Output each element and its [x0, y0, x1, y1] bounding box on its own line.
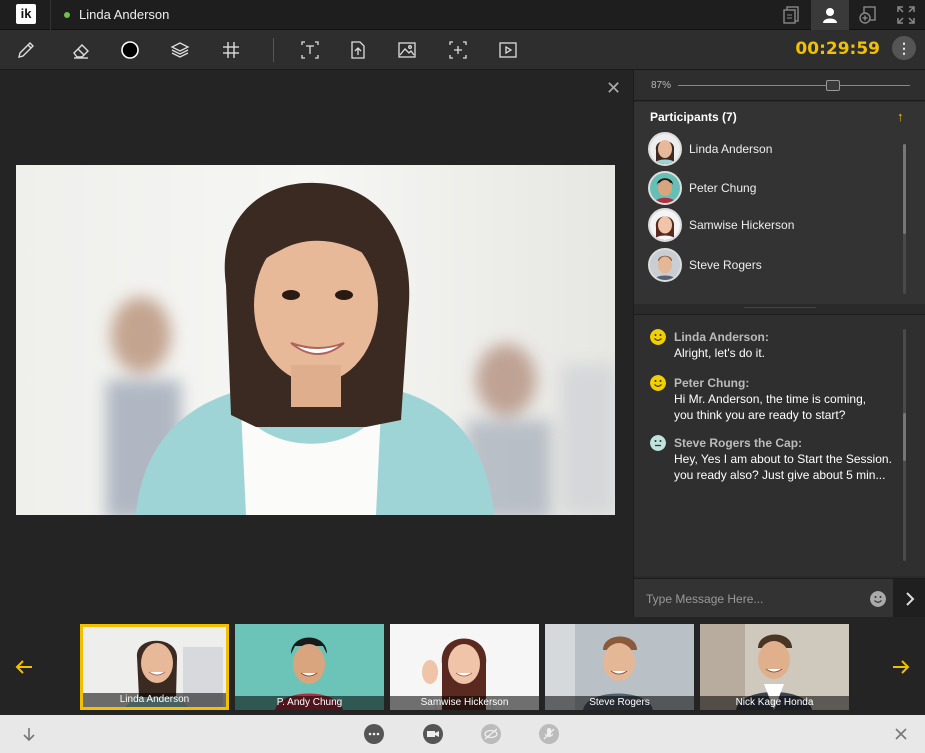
chat-text: Hey, Yes I am about to Start the Session… [674, 452, 892, 466]
add-content-icon[interactable] [849, 0, 887, 30]
close-bar-icon[interactable] [890, 724, 912, 744]
chat-message-input[interactable] [646, 587, 856, 611]
video-thumbnail[interactable]: Steve Rogers [545, 624, 694, 710]
participant-name: Samwise Hickerson [689, 218, 795, 232]
avatar [648, 171, 682, 205]
zoom-control: 87% [634, 70, 925, 101]
zoom-slider-track[interactable] [678, 85, 910, 86]
send-arrow-icon[interactable] [893, 579, 925, 618]
mute-mic-icon[interactable] [538, 724, 560, 744]
eraser-icon[interactable] [69, 38, 93, 62]
avatar [648, 132, 682, 166]
chat-panel: Linda Anderson: Alright, let's do it. Pe… [634, 314, 925, 576]
pencil-icon[interactable] [14, 38, 38, 62]
thumbnail-label: Nick Kage Honda [700, 696, 849, 710]
video-thumbnail[interactable]: Samwise Hickerson [390, 624, 539, 710]
happy-emoji-icon [650, 375, 666, 391]
happy-emoji-icon [650, 329, 666, 345]
chat-scrollbar[interactable] [903, 329, 906, 561]
participant-name: Steve Rogers [689, 258, 762, 272]
avatar [648, 248, 682, 282]
emoji-picker-icon[interactable] [870, 591, 886, 607]
logo-divider [50, 0, 51, 30]
participant-name: Peter Chung [689, 181, 757, 195]
online-status-dot [64, 12, 70, 18]
zoom-slider-knob[interactable] [826, 80, 841, 91]
participant-item[interactable]: Samwise Hickerson [648, 207, 794, 243]
participants-list: Participants (7) ↑ Linda Anderson Peter … [634, 102, 925, 304]
zoom-label: 87% [651, 80, 672, 91]
thumbnail-label: Linda Anderson [83, 693, 226, 707]
upload-file-icon[interactable] [346, 38, 370, 62]
session-timer: 00:29:59 [795, 39, 880, 59]
thumbnail-label: Samwise Hickerson [390, 696, 539, 710]
participant-name: Linda Anderson [689, 142, 773, 156]
color-circle-icon[interactable] [118, 38, 142, 62]
video-thumbnail-strip: Linda Anderson P. Andy Chung Samwise Hic… [0, 617, 925, 715]
participant-item[interactable]: Steve Rogers [648, 247, 762, 283]
document-icon[interactable] [773, 0, 811, 30]
text-box-icon[interactable] [298, 38, 322, 62]
chat-message: Linda Anderson: Alright, let's do it. [650, 329, 900, 361]
chat-input-row [634, 578, 925, 618]
bottom-control-bar [0, 715, 925, 753]
participant-icon[interactable] [811, 0, 849, 30]
hide-icon[interactable] [480, 724, 502, 744]
panel-divider [744, 307, 816, 308]
participant-item[interactable]: Linda Anderson [648, 131, 772, 167]
participants-title: Participants (7) [650, 110, 737, 124]
participant-item[interactable]: Peter Chung [648, 170, 756, 206]
arrow-left-icon[interactable] [14, 657, 34, 683]
video-thumbnail[interactable]: P. Andy Chung [235, 624, 384, 710]
current-user-name: Linda Anderson [79, 7, 170, 22]
top-bar: ik Linda Anderson [0, 0, 925, 30]
app-logo: ik [16, 4, 36, 24]
chat-text: Hi Mr. Anderson, the time is coming, [674, 392, 867, 406]
camera-icon[interactable] [422, 724, 444, 744]
chat-scroll-thumb[interactable] [903, 413, 906, 461]
video-play-icon[interactable] [496, 38, 520, 62]
close-icon[interactable]: ✕ [606, 78, 621, 99]
main-stage: ✕ [0, 70, 633, 617]
thumbnail-label: P. Andy Chung [235, 696, 384, 710]
layers-icon[interactable] [168, 38, 192, 62]
more-vertical-icon[interactable]: ⋮ [892, 36, 916, 60]
neutral-emoji-icon [650, 435, 666, 451]
chat-message: Peter Chung: Hi Mr. Anderson, the time i… [650, 375, 900, 423]
toolbar-divider [273, 38, 274, 62]
collapse-up-icon[interactable]: ↑ [897, 109, 904, 124]
chat-sender: Peter Chung: [674, 376, 750, 390]
chat-message: Steve Rogers the Cap: Hey, Yes I am abou… [650, 435, 900, 483]
whiteboard-toolbar: 00:29:59 [0, 30, 925, 70]
chat-sender: Linda Anderson: [674, 330, 769, 344]
side-panel: 87% Participants (7) ↑ Linda Anderson Pe… [633, 70, 925, 618]
collapse-down-icon[interactable] [18, 724, 40, 744]
main-video [16, 165, 615, 515]
chat-icon[interactable] [363, 724, 385, 744]
add-frame-icon[interactable] [446, 38, 470, 62]
avatar [648, 208, 682, 242]
participants-scroll-thumb[interactable] [903, 144, 906, 234]
top-icon-group [773, 0, 925, 30]
video-thumbnail[interactable]: Linda Anderson [80, 624, 229, 710]
grid-icon[interactable] [219, 38, 243, 62]
thumbnail-label: Steve Rogers [545, 696, 694, 710]
chat-text: you ready also? Just give about 5 min... [674, 468, 886, 482]
chat-text: Alright, let's do it. [674, 346, 765, 360]
fullscreen-icon[interactable] [887, 0, 925, 30]
image-icon[interactable] [395, 38, 419, 62]
participants-scrollbar[interactable] [903, 144, 906, 294]
arrow-right-icon[interactable] [891, 657, 911, 683]
chat-text: you think you are ready to start? [674, 408, 846, 422]
video-thumbnail[interactable]: Nick Kage Honda [700, 624, 849, 710]
chat-sender: Steve Rogers the Cap: [674, 436, 803, 450]
